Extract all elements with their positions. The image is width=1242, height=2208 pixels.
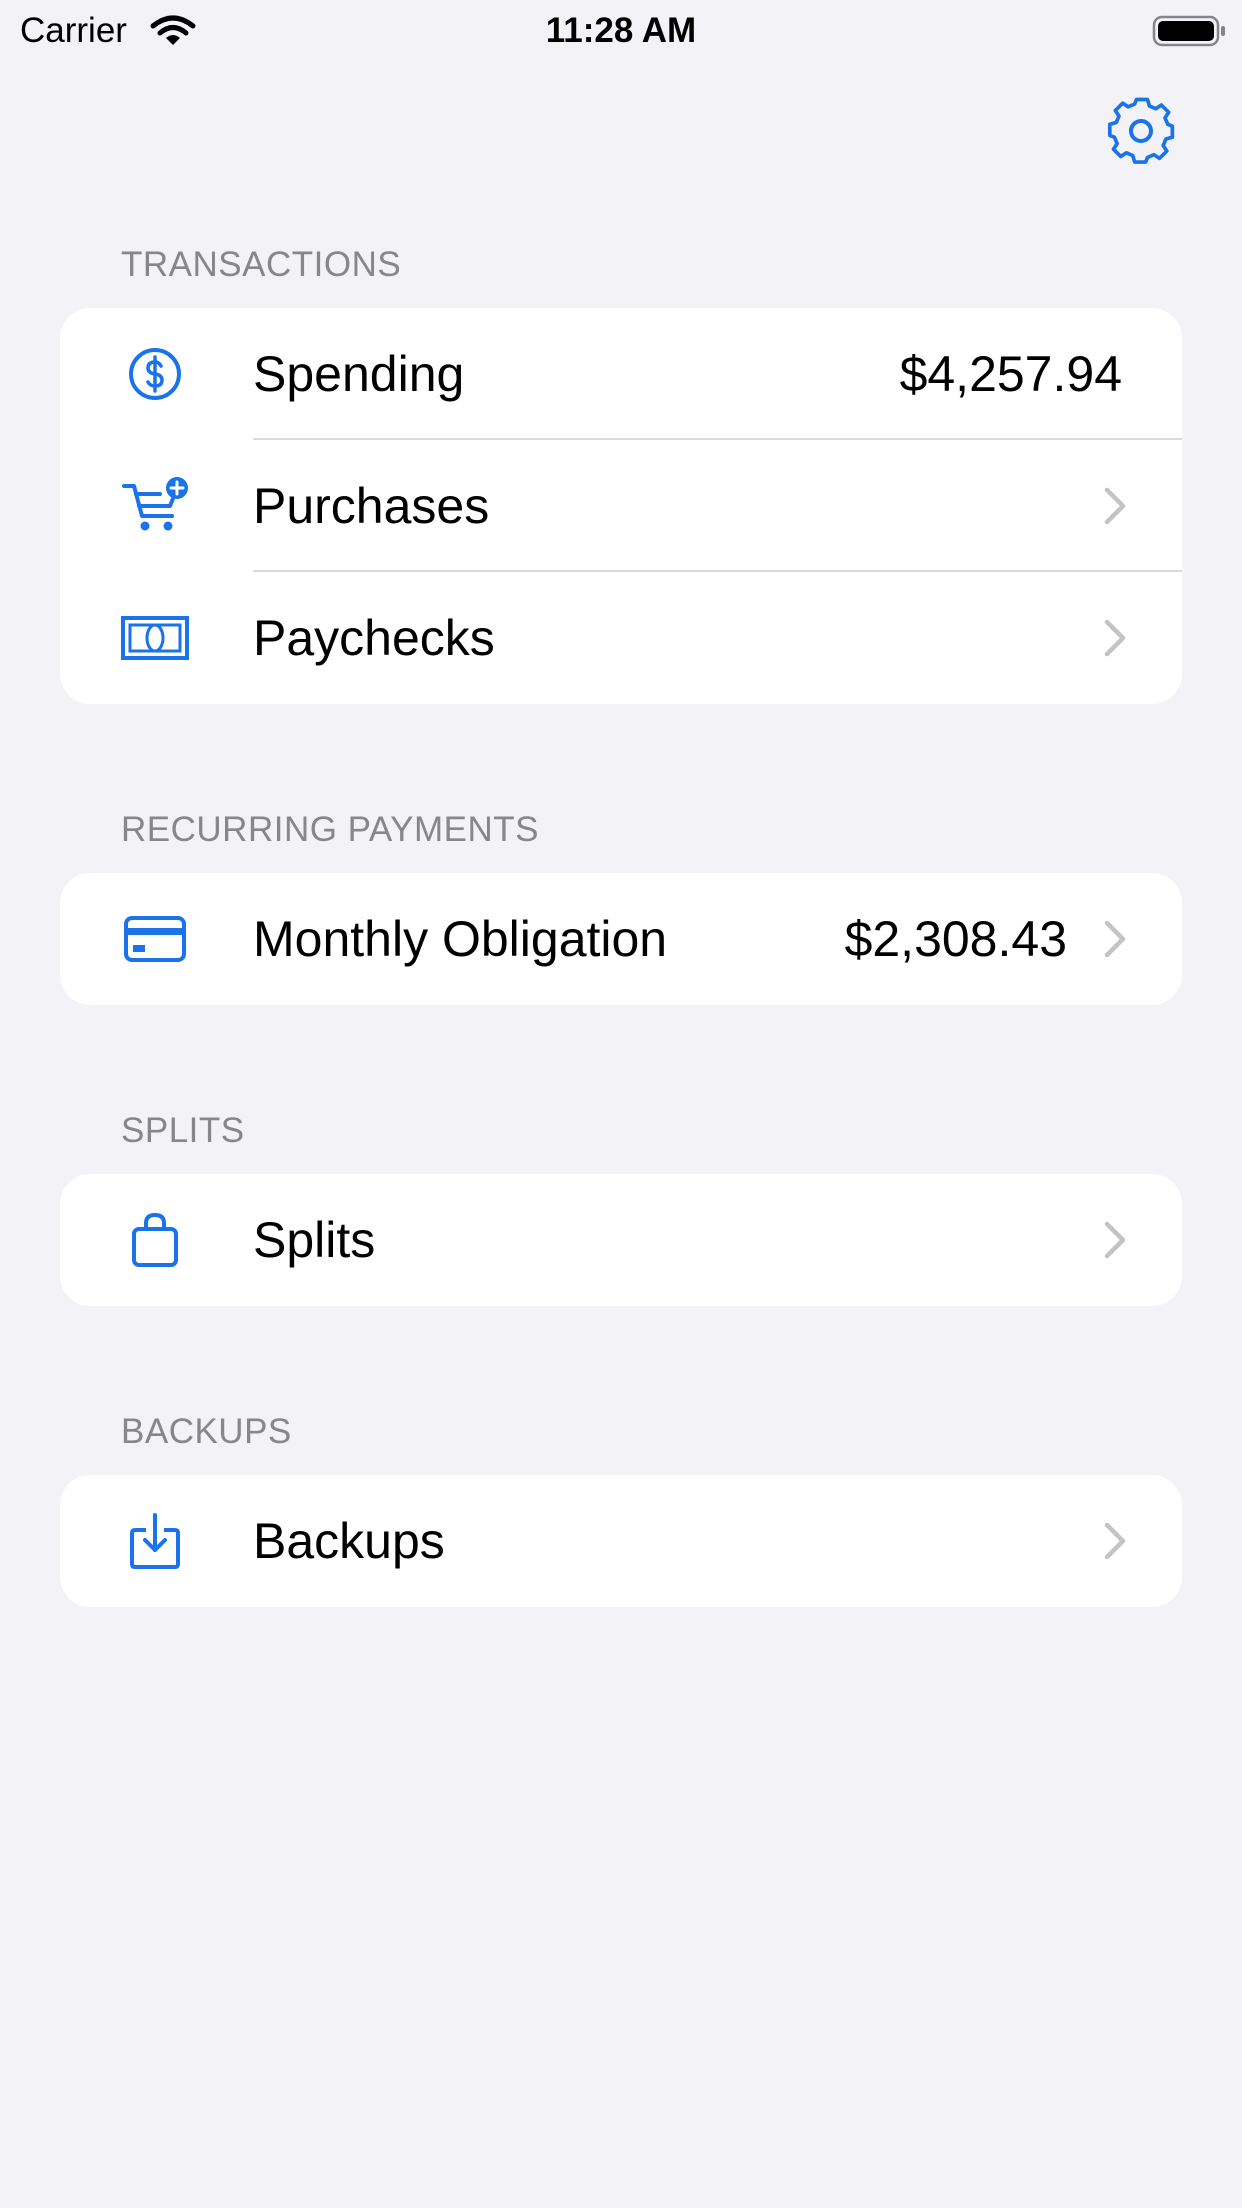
bag-icon bbox=[132, 1212, 178, 1267]
purchases-label: Purchases bbox=[253, 478, 490, 534]
gear-icon bbox=[1107, 97, 1175, 164]
battery-icon bbox=[1152, 15, 1225, 47]
backups-group: Backups bbox=[60, 1475, 1182, 1607]
cart-plus-icon bbox=[122, 477, 188, 531]
section-header-splits: SPLITS bbox=[121, 1111, 245, 1150]
chevron-right-icon bbox=[1104, 487, 1126, 525]
chevron-right-icon bbox=[1104, 619, 1126, 657]
monthly-obligation-value: $2,308.43 bbox=[844, 911, 1067, 967]
settings-button[interactable] bbox=[1100, 90, 1182, 172]
tray-download-icon bbox=[130, 1513, 180, 1569]
backups-label: Backups bbox=[253, 1513, 445, 1569]
dollar-circle-icon bbox=[129, 348, 181, 400]
section-header-backups: BACKUPS bbox=[121, 1412, 292, 1451]
purchases-row[interactable]: Purchases bbox=[60, 440, 1182, 572]
monthly-obligation-row[interactable]: Monthly Obligation $2,308.43 bbox=[60, 873, 1182, 1005]
splits-group: Splits bbox=[60, 1174, 1182, 1306]
splits-row[interactable]: Splits bbox=[60, 1174, 1182, 1306]
chevron-right-icon bbox=[1104, 1221, 1126, 1259]
chevron-right-icon bbox=[1104, 1522, 1126, 1560]
backups-row[interactable]: Backups bbox=[60, 1475, 1182, 1607]
section-header-transactions: TRANSACTIONS bbox=[121, 245, 402, 284]
spending-label: Spending bbox=[253, 346, 465, 402]
status-time: 11:28 AM bbox=[545, 11, 697, 50]
chevron-right-icon bbox=[1104, 920, 1126, 958]
splits-label: Splits bbox=[253, 1212, 376, 1268]
banknote-icon bbox=[121, 616, 189, 660]
credit-card-icon bbox=[124, 916, 186, 962]
monthly-obligation-label: Monthly Obligation bbox=[253, 911, 668, 967]
paychecks-row[interactable]: Paychecks bbox=[60, 572, 1182, 704]
spending-value: $4,257.94 bbox=[899, 346, 1122, 402]
status-bar: Carrier 11:28 AM bbox=[0, 0, 1242, 62]
paychecks-label: Paychecks bbox=[253, 610, 495, 666]
recurring-group: Monthly Obligation $2,308.43 bbox=[60, 873, 1182, 1005]
spending-row[interactable]: Spending $4,257.94 bbox=[60, 308, 1182, 440]
section-header-recurring: RECURRING PAYMENTS bbox=[121, 810, 540, 849]
transactions-group: Spending $4,257.94 Purchases Paychecks bbox=[60, 308, 1182, 704]
